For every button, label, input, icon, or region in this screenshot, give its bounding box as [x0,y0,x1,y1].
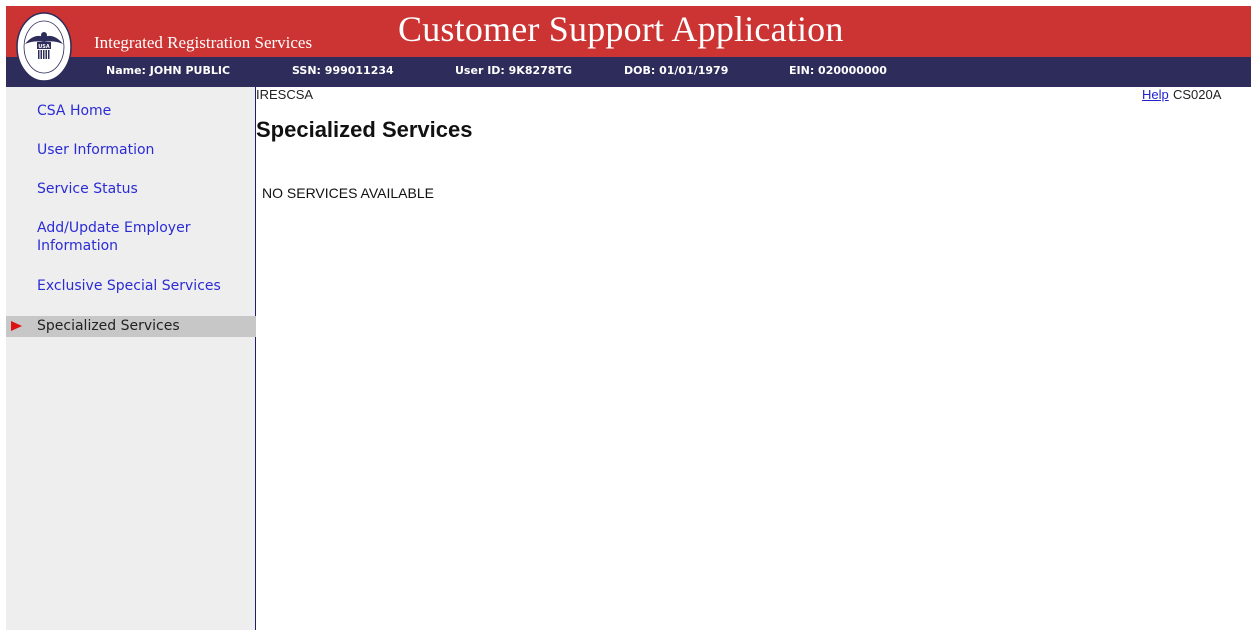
sidebar-item-label: Specialized Services [37,318,180,334]
sidebar-item-exclusive-special-services[interactable]: Exclusive Special Services [6,277,256,295]
ssa-seal-icon: USA [16,12,72,82]
sidebar-item-specialized-services[interactable]: Specialized Services [6,316,256,337]
app-frame: USA Integrated Registration Services Cus… [6,6,1251,630]
user-name: Name: JOHN PUBLIC [106,64,231,77]
screen-id: CS020A [1173,87,1222,102]
help-link[interactable]: Help [1142,87,1169,102]
user-dob: DOB: 01/01/1979 [624,64,729,77]
user-ein: EIN: 020000000 [789,64,887,77]
sidebar-item-service-status[interactable]: Service Status [6,180,256,198]
user-ssn: SSN: 999011234 [292,64,394,77]
sidebar-nav: CSA Home User Information Service Status… [6,87,256,630]
app-subtitle: Integrated Registration Services [94,33,313,52]
sidebar-item-user-information[interactable]: User Information [6,141,256,159]
sidebar-item-add-update-employer[interactable]: Add/Update Employer Information [6,219,256,255]
page-title: Specialized Services [256,117,473,142]
sidebar-item-csa-home[interactable]: CSA Home [6,102,256,120]
no-services-message: NO SERVICES AVAILABLE [262,185,434,201]
svg-text:USA: USA [38,44,50,50]
current-page-arrow-icon [11,321,22,331]
app-title: Customer Support Application [398,9,844,49]
page-code: IRESCSA [256,87,314,102]
user-id: User ID: 9K8278TG [455,64,572,77]
